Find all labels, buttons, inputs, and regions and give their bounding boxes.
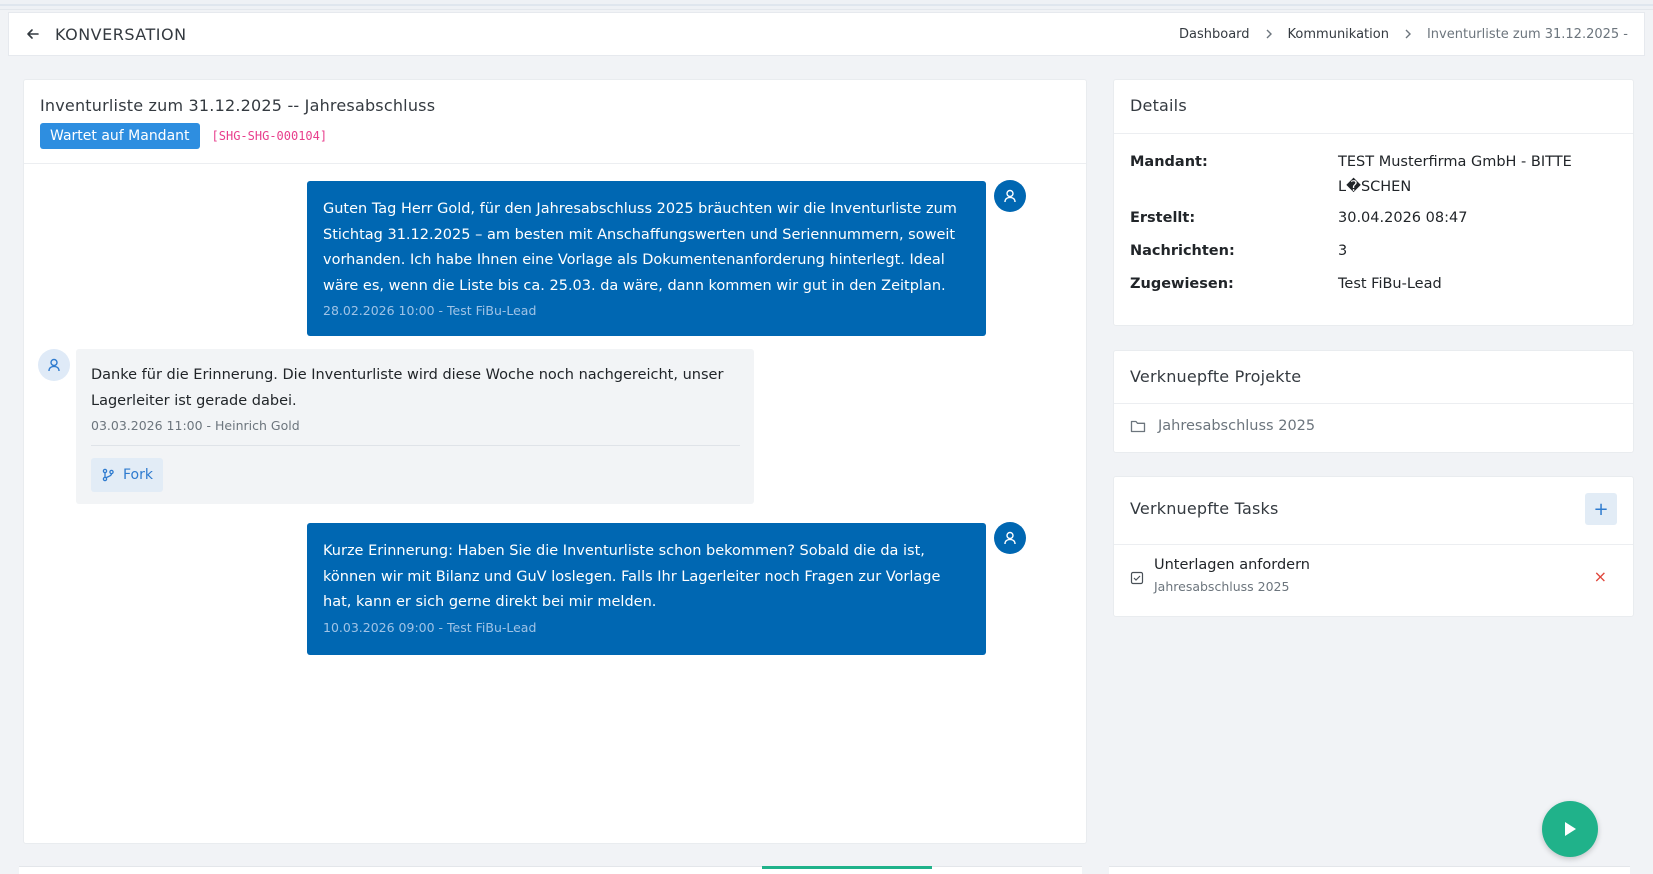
details-body: Mandant: TEST Musterfirma GmbH - BITTE L…: [1114, 134, 1633, 297]
task-project: Jahresabschluss 2025: [1154, 579, 1290, 594]
details-card: Details Mandant: TEST Musterfirma GmbH -…: [1113, 79, 1634, 326]
status-row: Wartet auf Mandant [SHG-SHG-000104]: [40, 123, 1070, 149]
remove-task-button[interactable]: ×: [1594, 567, 1607, 586]
task-title: Unterlagen anfordern: [1154, 557, 1310, 573]
breadcrumb: Dashboard Kommunikation Inventurliste zu…: [1179, 27, 1628, 42]
detail-row-mandant: Mandant: TEST Musterfirma GmbH - BITTE L…: [1130, 150, 1617, 200]
status-badge: Wartet auf Mandant: [40, 123, 200, 149]
conversation-title: Inventurliste zum 31.12.2025 -- Jahresab…: [40, 96, 436, 115]
conversation-header: Inventurliste zum 31.12.2025 -- Jahresab…: [24, 80, 1086, 164]
detail-key: Mandant:: [1130, 154, 1208, 170]
detail-key: Nachrichten:: [1130, 243, 1235, 259]
fork-button[interactable]: Fork: [91, 458, 163, 492]
user-avatar-icon: [994, 180, 1026, 212]
breadcrumb-dashboard[interactable]: Dashboard: [1179, 27, 1250, 42]
add-task-button[interactable]: +: [1585, 493, 1617, 525]
message-outgoing: Kurze Erinnerung: Haben Sie die Inventur…: [307, 523, 986, 655]
message-meta: 28.02.2026 10:00 - Test FiBu-Lead: [323, 303, 537, 318]
linked-projects-card: Verknuepfte Projekte Jahresabschluss 202…: [1113, 350, 1634, 453]
message-meta: 03.03.2026 11:00 - Heinrich Gold: [91, 418, 300, 433]
detail-value: TEST Musterfirma GmbH - BITTE L�SCHEN: [1338, 154, 1572, 195]
projects-header: Verknuepfte Projekte: [1114, 351, 1633, 404]
page-title: KONVERSATION: [55, 24, 187, 44]
detail-key: Erstellt:: [1130, 210, 1196, 226]
chevron-right-icon: [1264, 29, 1274, 39]
folder-icon: [1130, 419, 1146, 433]
user-avatar-icon: [38, 349, 70, 381]
git-branch-icon: [101, 468, 115, 482]
conversation-panel: Inventurliste zum 31.12.2025 -- Jahresab…: [23, 79, 1087, 844]
detail-value: Test FiBu-Lead: [1338, 276, 1442, 292]
message-outgoing: Guten Tag Herr Gold, für den Jahresabsch…: [307, 181, 986, 336]
header-left: KONVERSATION: [25, 25, 187, 44]
breadcrumb-current: Inventurliste zum 31.12.2025 -: [1426, 26, 1628, 42]
plus-icon: +: [1593, 498, 1609, 520]
task-text: Unterlagen anfordern Jahresabschluss 202…: [1154, 557, 1310, 594]
tasks-header: Verknuepfte Tasks +: [1114, 477, 1633, 545]
top-edge-accent: [0, 4, 1653, 6]
play-button[interactable]: [1542, 801, 1598, 857]
project-item[interactable]: Jahresabschluss 2025: [1114, 404, 1633, 448]
breadcrumb-kommunikation[interactable]: Kommunikation: [1288, 27, 1389, 42]
play-icon: [1562, 820, 1578, 838]
detail-value: 3: [1338, 243, 1348, 259]
linked-tasks-card: Verknuepfte Tasks + Unterlagen anfordern…: [1113, 476, 1634, 617]
fork-label: Fork: [123, 467, 153, 483]
page-header: KONVERSATION Dashboard Kommunikation Inv…: [8, 12, 1645, 56]
chevron-right-icon: [1403, 29, 1413, 39]
message-meta: 10.03.2026 09:00 - Test FiBu-Lead: [323, 619, 537, 635]
user-avatar-icon: [994, 522, 1026, 554]
detail-key: Zugewiesen:: [1130, 276, 1234, 292]
message-divider: [91, 445, 740, 446]
tasks-title: Verknuepfte Tasks: [1130, 499, 1279, 518]
project-label: Jahresabschluss 2025: [1158, 418, 1316, 434]
ticket-code: [SHG-SHG-000104]: [211, 129, 328, 143]
details-header: Details: [1114, 80, 1633, 134]
detail-value: 30.04.2026 08:47: [1338, 210, 1468, 226]
message-text: Kurze Erinnerung: Haben Sie die Inventur…: [323, 543, 941, 610]
detail-row-erstellt: Erstellt: 30.04.2026 08:47: [1130, 206, 1617, 231]
top-edge: [0, 0, 1653, 10]
task-item[interactable]: Unterlagen anfordern Jahresabschluss 202…: [1114, 545, 1633, 606]
checkbox-icon: [1130, 571, 1144, 585]
detail-row-zugewiesen: Zugewiesen: Test FiBu-Lead: [1130, 272, 1617, 297]
arrow-left-icon[interactable]: [25, 26, 41, 42]
message-incoming: Danke für die Erinnerung. Die Inventurli…: [76, 349, 754, 504]
bottom-accent: [762, 866, 932, 869]
detail-row-nachrichten: Nachrichten: 3: [1130, 239, 1617, 264]
bottom-panel-edge: [1109, 866, 1630, 874]
message-text: Guten Tag Herr Gold, für den Jahresabsch…: [323, 201, 957, 294]
message-text: Danke für die Erinnerung. Die Inventurli…: [91, 367, 724, 409]
projects-title: Verknuepfte Projekte: [1130, 367, 1302, 386]
details-title: Details: [1130, 96, 1187, 115]
